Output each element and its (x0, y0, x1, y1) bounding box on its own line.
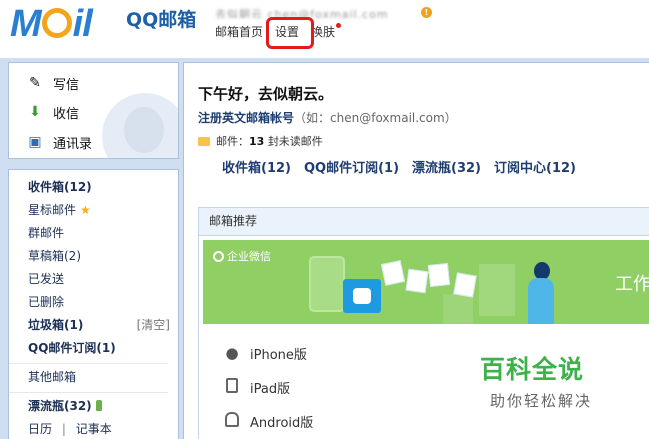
alert-icon[interactable]: ! (421, 7, 432, 18)
wecom-icon (213, 250, 224, 262)
folder-spam[interactable]: 垃圾箱(1) [清空] (28, 314, 178, 337)
folder-drafts[interactable]: 草稿箱(2) (28, 245, 178, 268)
database-icon (343, 279, 381, 313)
doc-card-icon (427, 263, 451, 287)
banner-decoration (479, 264, 515, 316)
compose-button[interactable]: ✎ 写信 (26, 72, 79, 94)
mail-home-link[interactable]: 邮箱首页 (215, 23, 263, 40)
ipad-icon (223, 377, 241, 397)
quick-links: 收件箱(12) QQ邮件订阅(1) 漂流瓶(32) 订阅中心(12) (222, 157, 576, 176)
android-icon (223, 411, 241, 431)
ipad-client-link[interactable]: iPad版 (223, 370, 313, 404)
contacts-label: 通讯录 (53, 136, 93, 152)
site-watermark: 百科全说 助你轻松解决 (480, 350, 630, 411)
recommend-title: 邮箱推荐 (199, 208, 649, 236)
settings-link[interactable]: 设置 (266, 17, 315, 49)
folder-list: 收件箱(12) 星标邮件 ★ 群邮件 草稿箱(2) 已发送 已删除 垃圾箱(1) [… (8, 169, 179, 439)
doc-card-icon (380, 260, 406, 286)
person-illustration (523, 262, 563, 324)
quick-link-drift-bottle[interactable]: 漂流瓶(32) (412, 157, 481, 176)
iphone-client-link[interactable]: ● iPhone版 (223, 336, 313, 370)
banner-decoration (443, 294, 473, 324)
unread-text: 邮件：13 封未读邮件 (216, 135, 323, 148)
action-panel: ✎ 写信 ⬇ 收信 ▣ 通讯录 (8, 62, 179, 159)
inbox-action-label: 收信 (53, 106, 80, 122)
folder-starred-label: 星标邮件 (28, 203, 77, 217)
contacts-button[interactable]: ▣ 通讯录 (26, 131, 92, 153)
inbox-button[interactable]: ⬇ 收信 (26, 101, 79, 123)
watermark-main: 百科全说 (480, 355, 585, 384)
folder-other-mailboxes[interactable]: 其他邮箱 (28, 366, 178, 389)
greeting: 下午好，去似朝云。 (198, 83, 333, 104)
clear-spam-link[interactable]: [清空] (137, 314, 170, 337)
divider (9, 392, 168, 393)
folder-starred[interactable]: 星标邮件 ★ (28, 199, 178, 222)
client-downloads: ● iPhone版 iPad版 Android版 (223, 336, 313, 438)
android-client-link[interactable]: Android版 (223, 404, 313, 438)
doc-card-icon (453, 272, 477, 298)
skin-link-label: 换肤 (311, 25, 336, 39)
drift-bottle-label: 漂流瓶(32) (28, 399, 92, 413)
register-hint: （如：chen@foxmail.com） (294, 111, 457, 125)
top-header: Mil QQ邮箱 去似朝云 chen@foxmail.com ! 邮箱首页 设置… (0, 0, 649, 58)
pencil-icon: ✎ (29, 75, 41, 91)
unread-count: 13 (249, 135, 265, 148)
watermark-sub: 助你轻松解决 (490, 392, 593, 410)
doc-card-icon (405, 268, 429, 294)
top-nav: 邮箱首页 设置 换肤 (215, 17, 342, 49)
skin-link[interactable]: 换肤 (311, 23, 342, 40)
folder-spam-label: 垃圾箱(1) (28, 318, 84, 332)
folder-subscriptions[interactable]: QQ邮件订阅(1) (28, 337, 178, 360)
new-dot-icon (336, 23, 342, 28)
quick-link-subscriptions[interactable]: QQ邮件订阅(1) (304, 157, 399, 176)
sidebar: ✎ 写信 ⬇ 收信 ▣ 通讯录 收件箱(12) 星标邮件 ★ 群邮件 草稿箱(2)… (8, 62, 179, 439)
download-icon: ⬇ (29, 104, 41, 120)
divider (9, 363, 168, 364)
penguin-watermark-icon (102, 93, 178, 158)
greeting-prefix: 下午好， (198, 85, 259, 103)
contact-card-icon: ▣ (28, 134, 42, 150)
iphone-label: iPhone版 (250, 347, 307, 363)
bottle-icon (95, 400, 102, 411)
logo-wordmark: Mil (10, 3, 93, 45)
unread-summary: 邮件：13 封未读邮件 (198, 133, 323, 149)
notes-link[interactable]: 记事本 (76, 422, 112, 436)
calendar-link[interactable]: 日历 (28, 422, 52, 436)
tools-separator: | (61, 422, 66, 436)
ipad-label: iPad版 (250, 381, 291, 397)
folder-group[interactable]: 群邮件 (28, 222, 178, 245)
quick-link-inbox[interactable]: 收件箱(12) (222, 157, 291, 176)
envelope-icon (198, 136, 210, 146)
folder-deleted[interactable]: 已删除 (28, 291, 178, 314)
compose-label: 写信 (53, 77, 80, 93)
product-name: QQ邮箱 (126, 9, 197, 31)
greeting-name: 去似朝云。 (258, 85, 334, 103)
android-label: Android版 (250, 415, 314, 431)
folder-inbox[interactable]: 收件箱(12) (28, 176, 178, 199)
apple-icon: ● (225, 344, 239, 362)
star-icon: ★ (80, 203, 91, 217)
phone-illustration (309, 256, 345, 312)
mail-logo[interactable]: Mil (10, 2, 93, 46)
wecom-banner[interactable]: 企业微信 工作 (203, 240, 649, 324)
quick-link-subscription-center[interactable]: 订阅中心(12) (494, 157, 576, 176)
account-info: 去似朝云 chen@foxmail.com (215, 8, 389, 18)
banner-title: 工作 (615, 274, 649, 295)
tools-row: 日历 | 记事本 (28, 418, 178, 439)
folder-sent[interactable]: 已发送 (28, 268, 178, 291)
register-english-account-link[interactable]: 注册英文邮箱帐号（如：chen@foxmail.com） (198, 109, 457, 126)
register-link-label: 注册英文邮箱帐号 (198, 111, 295, 125)
folder-drift-bottle[interactable]: 漂流瓶(32) (28, 395, 178, 418)
banner-label: 企业微信 (213, 248, 271, 264)
